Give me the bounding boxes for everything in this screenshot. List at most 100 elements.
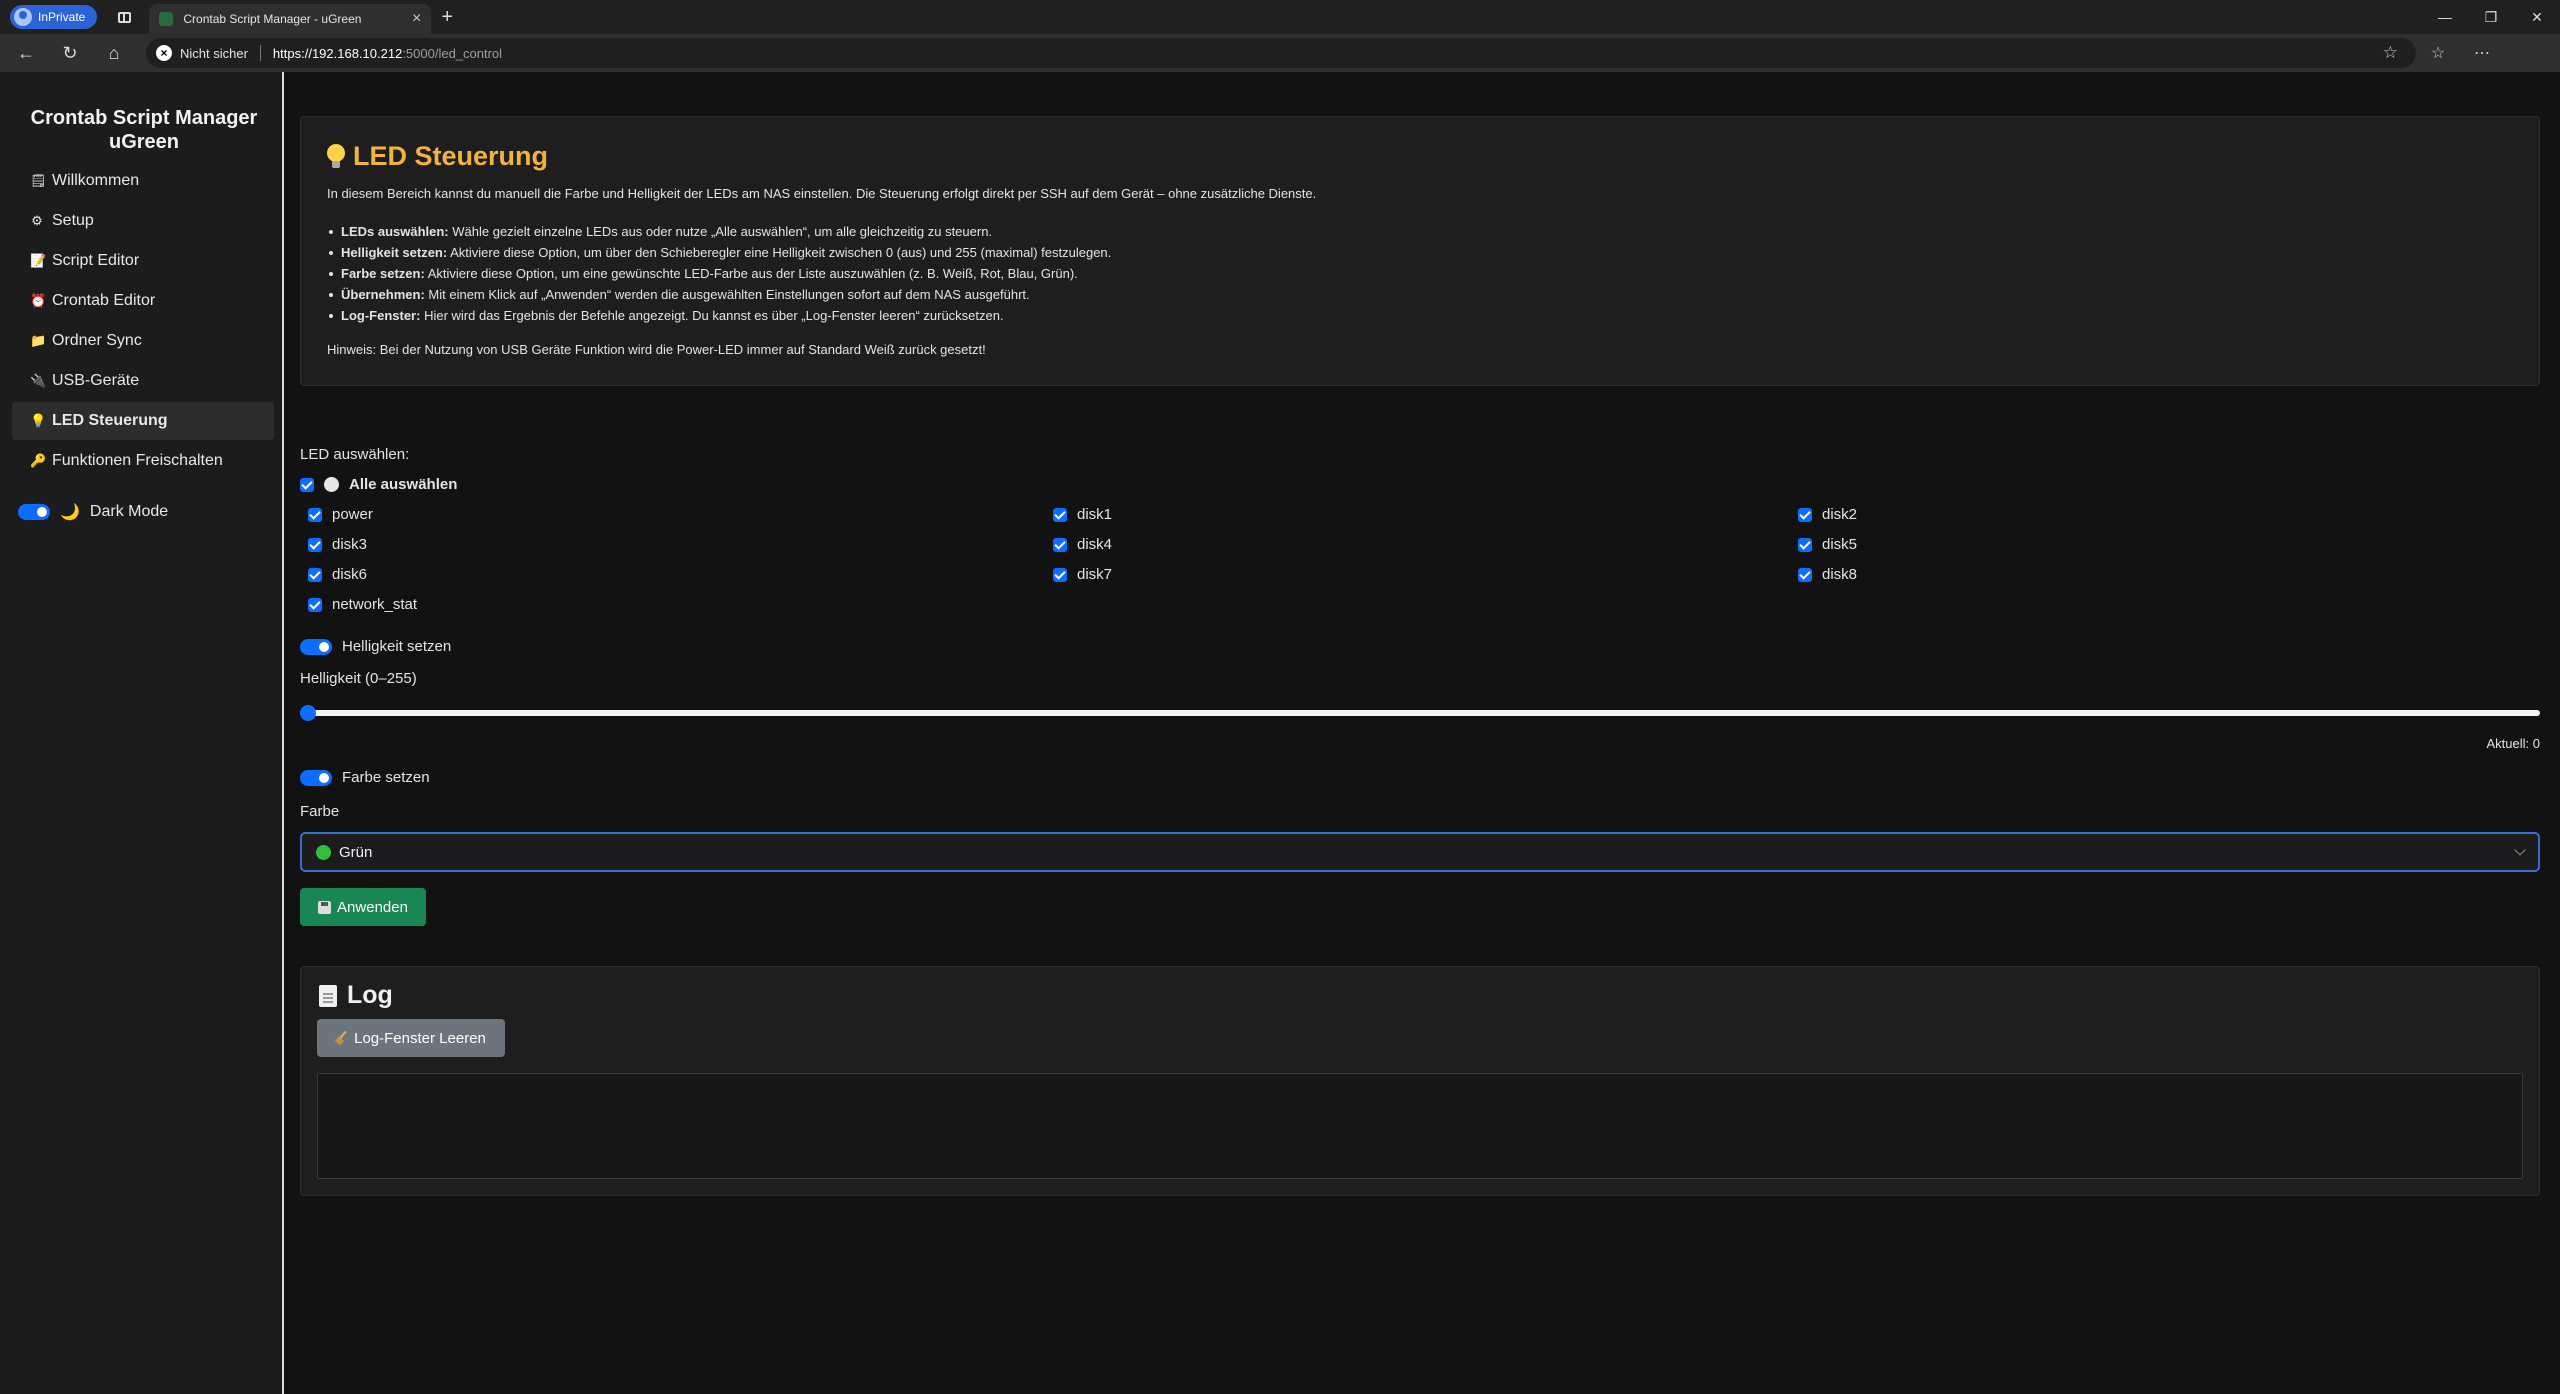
log-output[interactable] bbox=[317, 1073, 2523, 1179]
new-tab-icon[interactable]: + bbox=[441, 6, 453, 29]
favorite-star-icon[interactable]: ☆ bbox=[2383, 43, 2398, 63]
led-checkbox-disk2[interactable]: disk2 bbox=[1798, 506, 1857, 523]
broom-icon bbox=[336, 1032, 348, 1044]
list-item-text: Mit einem Klick auf „Anwenden“ werden di… bbox=[424, 287, 1030, 302]
clear-log-button[interactable]: Log-Fenster Leeren bbox=[317, 1019, 505, 1057]
sidebar-item-setup[interactable]: ⚙ Setup bbox=[12, 202, 274, 240]
brightness-label: Helligkeit (0–255) bbox=[300, 670, 417, 687]
color-label: Farbe bbox=[300, 803, 340, 820]
color-switch[interactable] bbox=[300, 769, 332, 786]
checkbox-icon[interactable] bbox=[300, 477, 314, 492]
sidebar-item-label: Ordner Sync bbox=[52, 332, 142, 349]
led-label: disk8 bbox=[1822, 566, 1858, 583]
select-all-label: Alle auswählen bbox=[349, 476, 458, 493]
page-title-text: LED Steuerung bbox=[353, 141, 549, 171]
back-icon[interactable]: ← bbox=[4, 34, 48, 72]
sidebar-item-label: Setup bbox=[52, 212, 94, 229]
sidebar-item-script-editor[interactable]: 📝 Script Editor bbox=[12, 242, 274, 280]
minimize-icon[interactable]: — bbox=[2422, 0, 2468, 34]
checkbox-icon[interactable] bbox=[308, 537, 322, 552]
led-label: disk7 bbox=[1077, 566, 1113, 583]
info-card: LED Steuerung In diesem Bereich kannst d… bbox=[300, 116, 2540, 386]
checkbox-icon[interactable] bbox=[1798, 507, 1812, 522]
address-bar[interactable]: × Nicht sicher https://192.168.10.212 :5… bbox=[146, 38, 2416, 68]
led-label: disk1 bbox=[1077, 506, 1113, 523]
brightness-slider[interactable] bbox=[300, 705, 2540, 721]
led-checkbox-disk8[interactable]: disk8 bbox=[1798, 566, 1857, 583]
brightness-toggle[interactable]: Helligkeit setzen bbox=[300, 638, 451, 655]
sidebar-item-willkommen[interactable]: 🗒 Willkommen bbox=[12, 162, 274, 200]
app-brand: Crontab Script Manager uGreen bbox=[30, 107, 258, 153]
sidebar-item-usb-geraete[interactable]: 🔌 USB-Geräte bbox=[12, 362, 274, 400]
list-item-text: Aktiviere diese Option, um über den Schi… bbox=[447, 245, 1112, 260]
checkbox-icon[interactable] bbox=[1053, 567, 1067, 582]
close-window-icon[interactable]: ✕ bbox=[2514, 0, 2560, 34]
checkbox-icon[interactable] bbox=[1053, 507, 1067, 522]
apply-label: Anwenden bbox=[337, 898, 408, 916]
color-selected-value: Grün bbox=[339, 843, 373, 861]
favorites-icon[interactable]: ☆ bbox=[2416, 34, 2460, 72]
led-checkbox-power[interactable]: power bbox=[308, 506, 373, 523]
led-label: disk5 bbox=[1822, 536, 1858, 553]
log-card: Log Log-Fenster Leeren bbox=[300, 966, 2540, 1196]
not-secure-icon[interactable]: × bbox=[156, 45, 172, 61]
brightness-current: Aktuell: 0 bbox=[2486, 736, 2540, 751]
sidebar-item-label: Crontab Editor bbox=[52, 292, 156, 309]
profile-avatar-icon bbox=[14, 8, 32, 26]
led-checkbox-disk1[interactable]: disk1 bbox=[1053, 506, 1112, 523]
sidebar-item-label: Funktionen Freischalten bbox=[52, 452, 223, 469]
checkbox-icon[interactable] bbox=[308, 507, 322, 522]
inprivate-badge[interactable]: InPrivate bbox=[10, 5, 98, 29]
checkbox-icon[interactable] bbox=[308, 597, 322, 612]
chevron-down-icon bbox=[2514, 844, 2526, 856]
led-label: disk6 bbox=[332, 566, 368, 583]
browser-tab-bar: InPrivate Crontab Script Manager - uGree… bbox=[0, 0, 2560, 34]
led-checkbox-disk6[interactable]: disk6 bbox=[308, 566, 367, 583]
dark-mode-toggle[interactable]: 🌙 Dark Mode bbox=[18, 502, 168, 522]
led-checkbox-disk5[interactable]: disk5 bbox=[1798, 536, 1857, 553]
tab-actions-button[interactable] bbox=[107, 5, 141, 29]
browser-tab[interactable]: Crontab Script Manager - uGreen × bbox=[149, 4, 432, 34]
main-content: LED Steuerung In diesem Bereich kannst d… bbox=[286, 72, 2560, 1394]
log-title-text: Log bbox=[347, 981, 393, 1009]
checkbox-icon[interactable] bbox=[308, 567, 322, 582]
led-label: disk3 bbox=[332, 536, 368, 553]
sidebar-item-funktionen-freischalten[interactable]: 🔑 Funktionen Freischalten bbox=[12, 442, 274, 480]
address-toolbar: ← ↻ ⌂ × Nicht sicher https://192.168.10.… bbox=[0, 34, 2560, 72]
apply-button[interactable]: Anwenden bbox=[300, 888, 426, 926]
url-host[interactable]: https://192.168.10.212 bbox=[273, 46, 402, 61]
sidebar-item-ordner-sync[interactable]: 📁 Ordner Sync bbox=[12, 322, 274, 360]
checkbox-icon[interactable] bbox=[1053, 537, 1067, 552]
dark-mode-switch[interactable] bbox=[18, 504, 50, 520]
reload-icon[interactable]: ↻ bbox=[48, 34, 92, 72]
sidebar-item-led-steuerung[interactable]: 💡 LED Steuerung bbox=[12, 402, 274, 440]
checkbox-icon[interactable] bbox=[1798, 567, 1812, 582]
intro-text: In diesem Bereich kannst du manuell die … bbox=[327, 186, 1317, 201]
sidebar-item-crontab-editor[interactable]: ⏰ Crontab Editor bbox=[12, 282, 274, 320]
brightness-switch[interactable] bbox=[300, 638, 332, 655]
more-menu-icon[interactable]: ⋯ bbox=[2460, 34, 2504, 72]
url-path[interactable]: :5000/led_control bbox=[402, 46, 502, 61]
tab-title: Crontab Script Manager - uGreen bbox=[183, 12, 362, 26]
select-all-checkbox[interactable]: Alle auswählen bbox=[300, 476, 457, 493]
led-checkbox-disk3[interactable]: disk3 bbox=[308, 536, 367, 553]
color-select[interactable]: Grün bbox=[300, 832, 2540, 872]
checkbox-icon[interactable] bbox=[1798, 537, 1812, 552]
security-label[interactable]: Nicht sicher bbox=[180, 46, 248, 61]
color-toggle[interactable]: Farbe setzen bbox=[300, 769, 430, 786]
led-checkbox-disk4[interactable]: disk4 bbox=[1053, 536, 1112, 553]
key-icon: 🔑 bbox=[30, 453, 47, 468]
restore-icon[interactable]: ❐ bbox=[2468, 0, 2514, 34]
sidebar: Crontab Script Manager uGreen 🗒 Willkomm… bbox=[0, 72, 284, 1394]
slider-thumb[interactable] bbox=[300, 705, 316, 721]
log-title: Log bbox=[319, 981, 393, 1010]
list-item-term: Helligkeit setzen: bbox=[341, 245, 448, 260]
led-checkbox-disk7[interactable]: disk7 bbox=[1053, 566, 1112, 583]
list-item-text: Wähle gezielt einzelne LEDs aus oder nut… bbox=[448, 224, 993, 239]
home-icon[interactable]: ⌂ bbox=[92, 34, 136, 72]
close-tab-icon[interactable]: × bbox=[412, 10, 421, 28]
divider bbox=[259, 45, 261, 61]
led-checkbox-network-stat[interactable]: network_stat bbox=[308, 596, 417, 613]
white-circle-icon bbox=[324, 477, 339, 492]
moon-icon: 🌙 bbox=[60, 504, 80, 521]
